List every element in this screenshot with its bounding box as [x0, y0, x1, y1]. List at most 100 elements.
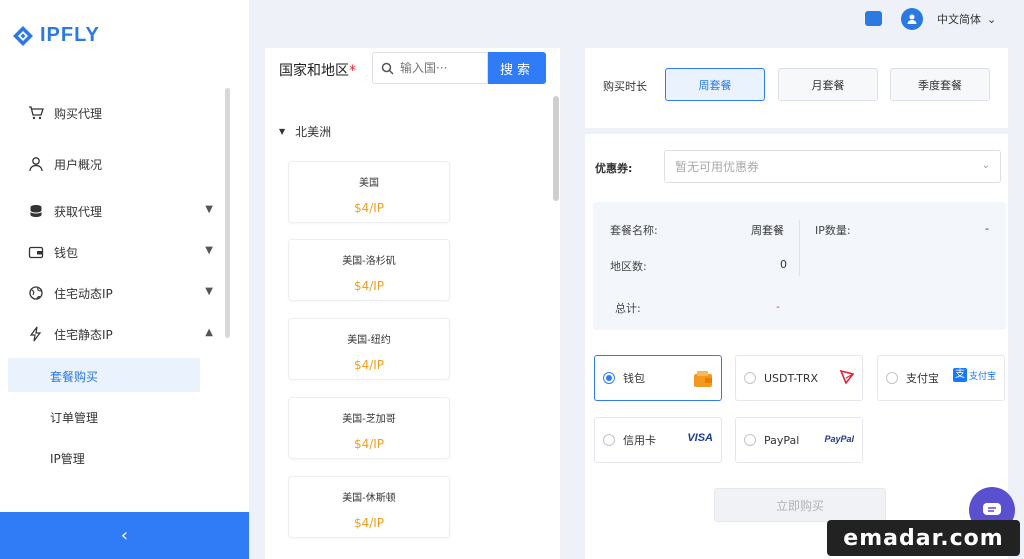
country-search-input[interactable] [400, 61, 480, 75]
sidebar-sub-item-order-management[interactable]: 订单管理 [50, 409, 98, 426]
chevron-down-icon: ▼ [205, 204, 213, 215]
duration-option-weekly[interactable]: 周套餐 [665, 68, 765, 101]
summary-package-label: 套餐名称: [610, 224, 658, 237]
payment-option-wallet[interactable]: 钱包 [594, 355, 722, 401]
sidebar-item-get-proxy[interactable]: 获取代理 ▼ [28, 199, 213, 223]
country-panel: 国家和地区* 搜索 ▼ 北美洲 美国 $4/IP 美国-洛杉矶 $4/IP 美国… [265, 48, 560, 559]
summary-package-value: 周套餐 [751, 224, 784, 237]
alipay-icon: 支 [952, 368, 967, 382]
database-icon [28, 203, 44, 219]
sidebar-item-label: 钱包 [54, 245, 79, 260]
logo-text: IPFLY [40, 24, 100, 46]
radio-unselected[interactable] [744, 434, 756, 446]
country-card[interactable]: 美国-芝加哥 $4/IP [288, 397, 450, 459]
radio-unselected[interactable] [744, 372, 756, 384]
country-card-price: $4/IP [353, 437, 385, 451]
user-avatar-icon [907, 14, 917, 24]
country-panel-scrollbar[interactable] [553, 96, 559, 201]
country-card-price: $4/IP [353, 201, 385, 215]
country-title: 国家和地区* [279, 60, 356, 80]
duration-option-monthly[interactable]: 月套餐 [778, 68, 878, 101]
sidebar-item-wallet[interactable]: 钱包 ▼ [28, 240, 213, 264]
coupon-select-value: 暂无可用优惠券 [675, 160, 760, 174]
payment-option-label: PayPal [764, 433, 800, 447]
country-card-name: 美国-休斯顿 [342, 493, 396, 504]
order-summary: 套餐名称: 周套餐 IP数量: - 地区数: 0 总计: - [593, 202, 1006, 330]
logo-mark-icon [13, 25, 33, 46]
country-card[interactable]: 美国 $4/IP [288, 161, 450, 223]
payment-option-label: 信用卡 [623, 434, 656, 447]
country-search-box[interactable] [372, 52, 488, 84]
paypal-logo: PayPal [824, 434, 854, 444]
radio-selected[interactable] [603, 372, 615, 384]
order-panel: 优惠券: 暂无可用优惠券 ⌄ 套餐名称: 周套餐 IP数量: - 地区数: 0 … [585, 134, 1008, 559]
coupon-select[interactable]: 暂无可用优惠券 ⌄ [664, 150, 1001, 183]
payment-option-alipay[interactable]: 支付宝 支 支付宝 [877, 355, 1005, 401]
language-selector[interactable]: 中文简体 ⌄ [937, 11, 996, 27]
avatar[interactable] [901, 8, 923, 30]
country-card-price: $4/IP [353, 358, 385, 372]
summary-region-count-value: 0 [780, 258, 787, 271]
wallet-orange-icon [693, 370, 713, 391]
chevron-down-icon: ▼ [205, 286, 213, 297]
language-label: 中文简体 [937, 13, 981, 26]
region-label: 北美洲 [295, 125, 332, 139]
search-icon [381, 62, 394, 75]
sidebar-sub-item-ip-management[interactable]: IP管理 [50, 450, 85, 467]
region-group[interactable]: ▼ 北美洲 [279, 123, 331, 140]
sidebar-sub-active-highlight [8, 358, 200, 392]
tron-icon [839, 369, 855, 387]
cart-icon [28, 105, 44, 121]
watermark: emadar.com [827, 520, 1020, 556]
chevron-left-icon: ‹ [120, 525, 129, 546]
radio-unselected[interactable] [886, 372, 898, 384]
sidebar: IPFLY 购买代理 用户概况 获取代理 ▼ 钱包 ▼ 住宅动态IP ▼ 住宅静… [0, 0, 249, 559]
chat-icon [983, 503, 1001, 515]
sidebar-collapse-button[interactable]: ‹ [0, 512, 249, 559]
duration-option-quarterly[interactable]: 季度套餐 [890, 68, 990, 101]
sidebar-item-label: 用户概况 [54, 157, 103, 172]
chevron-down-icon: ⌄ [981, 160, 990, 171]
sidebar-item-user-overview[interactable]: 用户概况 [28, 152, 213, 176]
payment-option-label: 支付宝 [906, 372, 939, 385]
search-button[interactable]: 搜索 [488, 52, 546, 84]
radio-unselected[interactable] [603, 434, 615, 446]
sidebar-item-residential-static-ip[interactable]: 住宅静态IP ▲ [28, 322, 213, 346]
sidebar-item-label: 获取代理 [54, 204, 103, 219]
country-card-price: $4/IP [353, 516, 385, 530]
summary-ip-count-label: IP数量: [815, 224, 851, 237]
sidebar-item-label: 购买代理 [54, 106, 103, 121]
country-card-name: 美国-洛杉矶 [342, 256, 396, 267]
summary-ip-count-value: - [985, 222, 989, 235]
caret-down-icon: ▼ [279, 127, 286, 136]
sidebar-scrollbar[interactable] [225, 88, 230, 338]
summary-total-label: 总计: [615, 302, 641, 315]
payment-option-paypal[interactable]: PayPal PayPal [735, 417, 863, 463]
country-card[interactable]: 美国-休斯顿 $4/IP [288, 476, 450, 538]
country-title-text: 国家和地区 [279, 63, 349, 79]
country-card-name: 美国-纽约 [347, 335, 391, 346]
payment-option-credit-card[interactable]: 信用卡 VISA [594, 417, 722, 463]
visa-logo: VISA [687, 432, 713, 444]
country-card[interactable]: 美国-纽约 $4/IP [288, 318, 450, 380]
chevron-down-icon: ⌄ [987, 12, 997, 26]
sidebar-sub-item-package-purchase[interactable]: 套餐购买 [50, 368, 98, 385]
chevron-down-icon: ▼ [205, 245, 213, 256]
country-card[interactable]: 美国-洛杉矶 $4/IP [288, 239, 450, 301]
buy-now-button[interactable]: 立即购买 [714, 488, 886, 522]
country-card-name: 美国 [359, 178, 379, 189]
payment-option-label: USDT-TRX [764, 371, 819, 385]
summary-region-count-label: 地区数: [610, 260, 647, 273]
country-card-name: 美国-芝加哥 [342, 414, 396, 425]
sidebar-item-buy-proxy[interactable]: 购买代理 [28, 101, 213, 125]
summary-divider [799, 220, 800, 276]
logo[interactable]: IPFLY [12, 24, 100, 47]
payment-option-usdt-trx[interactable]: USDT-TRX [735, 355, 863, 401]
duration-label: 购买时长 [603, 80, 647, 93]
alipay-logo: 支 支付宝 [952, 368, 996, 382]
required-mark: * [349, 63, 356, 79]
sidebar-item-residential-dynamic-ip[interactable]: 住宅动态IP ▼ [28, 281, 213, 305]
user-icon [28, 156, 44, 172]
summary-total-value: - [776, 300, 780, 313]
message-icon[interactable] [865, 11, 882, 26]
